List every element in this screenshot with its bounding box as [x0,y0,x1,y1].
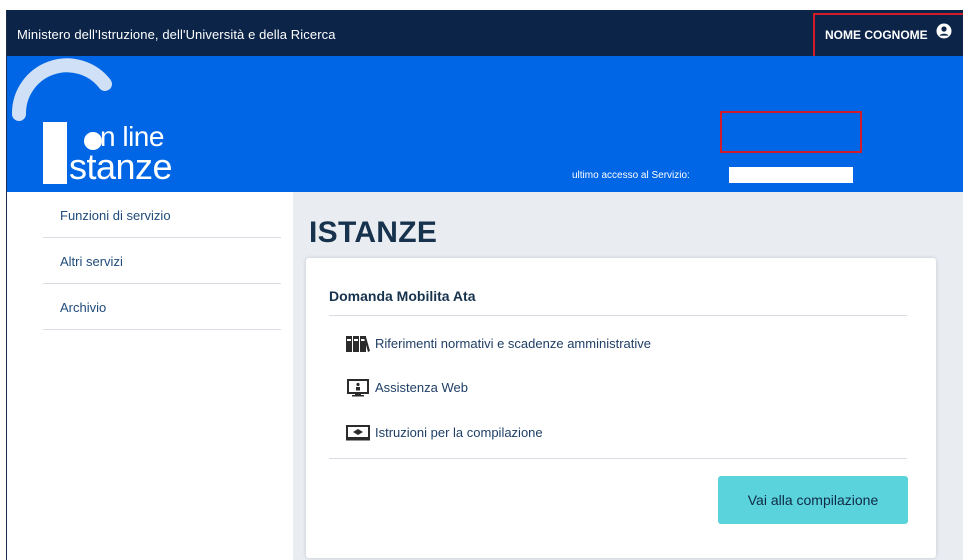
web-assistance-icon [347,379,369,397]
link-label-riferimenti: Riferimenti normativi e scadenze amminis… [375,335,651,351]
books-icon [346,336,370,352]
app-frame: Ministero dell'Istruzione, dell'Universi… [6,10,963,560]
page-title: ISTANZE [309,216,438,249]
last-access-label: ultimo accesso al Servizio: [572,170,690,181]
application-card: Domanda Mobilita Ata Riferimenti normati… [306,258,936,558]
last-access-value [729,167,853,183]
sidebar-item-altri-servizi[interactable]: Altri servizi [43,238,281,284]
sidebar-item-funzioni-di-servizio[interactable]: Funzioni di servizio [43,192,281,238]
link-istruzioni-compilazione[interactable]: Istruzioni per la compilazione [344,421,543,443]
last-access-highlight-box [720,111,862,153]
logo-stanze-text: stanze [69,146,173,187]
link-riferimenti-normativi[interactable]: Riferimenti normativi e scadenze amminis… [344,332,651,354]
ministry-name: Ministero dell'Istruzione, dell'Universi… [17,27,336,42]
vai-alla-compilazione-button[interactable]: Vai alla compilazione [718,476,908,524]
link-label-assistenza: Assistenza Web [375,379,468,395]
sidebar-item-archivio[interactable]: Archivio [43,284,281,330]
istanze-online-logo[interactable]: n line stanze [7,56,207,192]
link-label-istruzioni: Istruzioni per la compilazione [375,424,543,440]
card-title: Domanda Mobilita Ata [329,288,476,304]
card-divider-top [329,315,907,316]
sidebar: Funzioni di servizio Altri servizi Archi… [7,192,293,560]
link-assistenza-web[interactable]: Assistenza Web [344,376,468,398]
instructions-icon [346,425,370,441]
card-divider-bottom [329,458,907,459]
